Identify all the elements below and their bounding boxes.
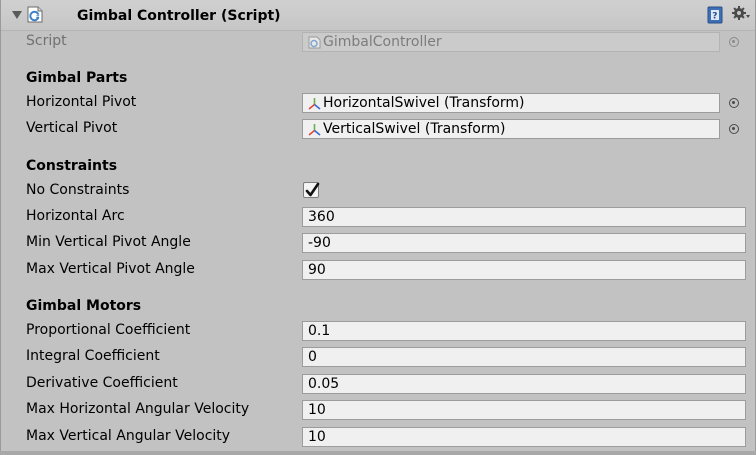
integral-coefficient-label: Integral Coefficient xyxy=(26,348,160,364)
object-picker-icon xyxy=(729,37,739,47)
proportional-coefficient-label: Proportional Coefficient xyxy=(26,322,191,338)
foldout-arrow-icon[interactable] xyxy=(12,11,22,19)
svg-text:#: # xyxy=(36,15,40,21)
max-vertical-velocity-input[interactable]: 10 xyxy=(302,427,746,447)
csharp-script-icon: # xyxy=(27,6,43,23)
inspector-panel: # Gimbal Controller (Script) ? Script Gi… xyxy=(0,0,756,453)
section-gimbal-motors: Gimbal Motors xyxy=(26,298,142,314)
checkmark-icon xyxy=(305,182,320,197)
component-title: Gimbal Controller (Script) xyxy=(77,8,281,24)
section-constraints: Constraints xyxy=(26,158,118,174)
max-horizontal-velocity-label: Max Horizontal Angular Velocity xyxy=(26,401,250,417)
vertical-pivot-value: VerticalSwivel (Transform) xyxy=(323,121,506,137)
help-book-icon[interactable]: ? xyxy=(706,6,724,24)
transform-axes-icon xyxy=(308,98,321,110)
horizontal-pivot-field[interactable]: HorizontalSwivel (Transform) xyxy=(302,93,720,113)
script-label: Script xyxy=(26,33,67,49)
no-constraints-checkbox[interactable] xyxy=(303,182,320,198)
vertical-pivot-field[interactable]: VerticalSwivel (Transform) xyxy=(302,119,720,139)
no-constraints-label: No Constraints xyxy=(26,182,130,198)
horizontal-pivot-value: HorizontalSwivel (Transform) xyxy=(323,95,525,111)
derivative-coefficient-label: Derivative Coefficient xyxy=(26,375,178,391)
integral-coefficient-input[interactable]: 0 xyxy=(302,347,746,367)
horizontal-pivot-label: Horizontal Pivot xyxy=(26,94,137,110)
csharp-script-icon xyxy=(308,36,321,49)
max-horizontal-velocity-input[interactable]: 10 xyxy=(302,400,746,420)
horizontal-arc-label: Horizontal Arc xyxy=(26,208,125,224)
proportional-coefficient-input[interactable]: 0.1 xyxy=(302,321,746,341)
derivative-coefficient-input[interactable]: 0.05 xyxy=(302,374,746,394)
min-vertical-angle-label: Min Vertical Pivot Angle xyxy=(26,234,191,250)
script-value: GimbalController xyxy=(323,34,442,50)
max-vertical-velocity-label: Max Vertical Angular Velocity xyxy=(26,428,231,444)
component-header[interactable]: # Gimbal Controller (Script) ? xyxy=(1,0,755,31)
vertical-pivot-label: Vertical Pivot xyxy=(26,120,118,136)
transform-axes-icon xyxy=(308,124,321,136)
svg-text:?: ? xyxy=(712,12,717,22)
gear-icon[interactable] xyxy=(731,5,751,23)
section-gimbal-parts: Gimbal Parts xyxy=(26,70,128,86)
min-vertical-angle-input[interactable]: -90 xyxy=(302,233,746,253)
object-picker-icon[interactable] xyxy=(729,98,739,108)
panel-bottom-edge xyxy=(0,451,756,455)
horizontal-arc-input[interactable]: 360 xyxy=(302,207,746,227)
max-vertical-angle-label: Max Vertical Pivot Angle xyxy=(26,261,195,277)
max-vertical-angle-input[interactable]: 90 xyxy=(302,260,746,280)
object-picker-icon[interactable] xyxy=(729,124,739,134)
script-field: GimbalController xyxy=(302,32,720,52)
